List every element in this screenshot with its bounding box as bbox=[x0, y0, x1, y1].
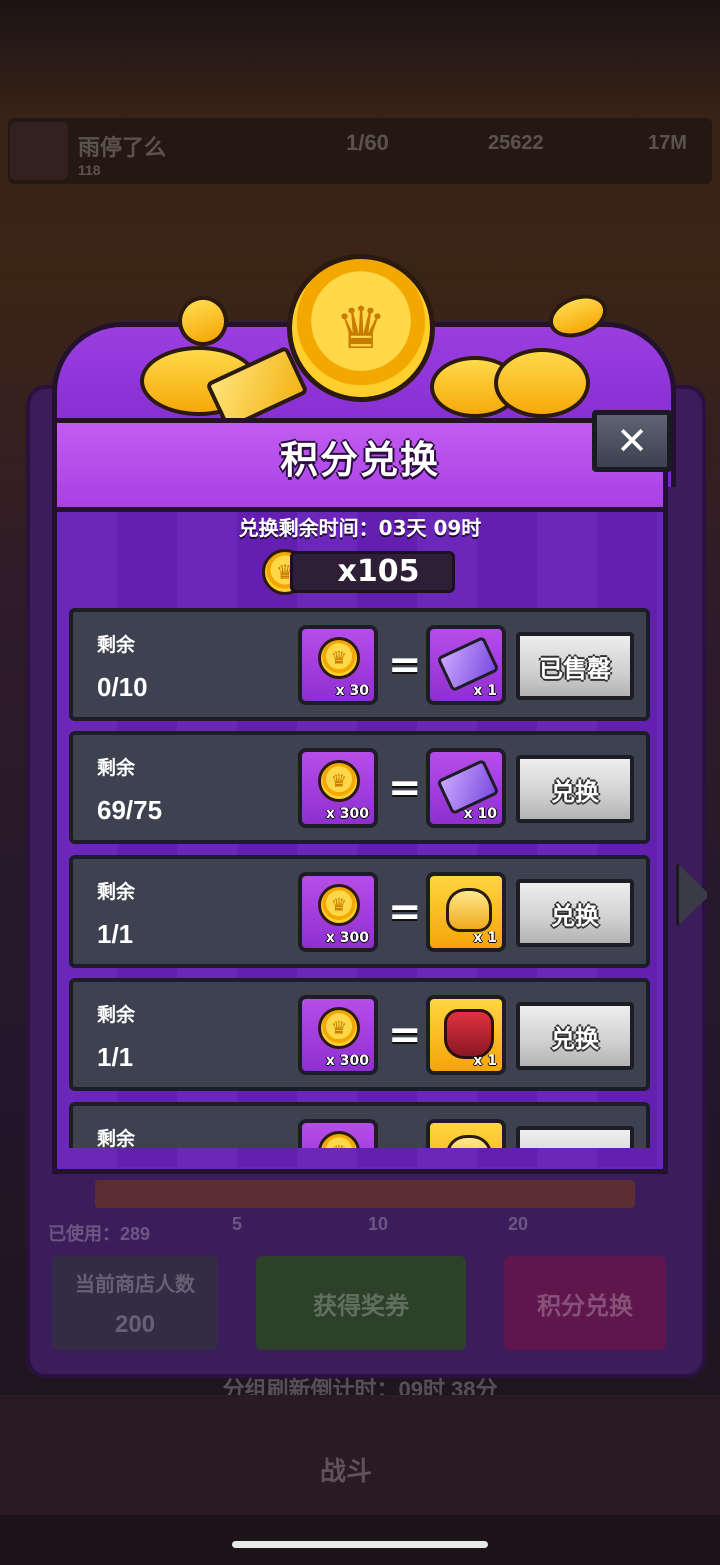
crown-medal-icon: ♛ bbox=[318, 884, 360, 926]
reward-slot[interactable]: x 10 bbox=[426, 748, 506, 828]
equals-icon: = bbox=[388, 765, 422, 811]
crown-medal-icon: ♛ bbox=[318, 1007, 360, 1049]
stamina-value: 1/60 bbox=[346, 130, 389, 155]
remaining-count: 1/1 bbox=[97, 919, 134, 949]
remaining-label: 剩余 bbox=[97, 634, 136, 656]
player-name: 雨停了么 bbox=[78, 135, 167, 160]
player-status-bar: 雨停了么 118 1/60 25622 17M bbox=[8, 118, 712, 184]
equals-icon: = bbox=[388, 1012, 422, 1058]
avatar bbox=[10, 122, 68, 180]
cost-slot: ♛ x 300 bbox=[298, 995, 378, 1075]
cost-slot: ♛ bbox=[298, 1119, 378, 1148]
cost-qty: x 30 bbox=[335, 683, 369, 699]
points-exchange-tab-button[interactable]: 积分兑换 bbox=[504, 1256, 666, 1350]
points-exchange-tab-label: 积分兑换 bbox=[537, 1292, 633, 1320]
cost-slot: ♛ x 30 bbox=[298, 625, 378, 705]
reward-qty: x 1 bbox=[473, 1053, 497, 1069]
get-ticket-button[interactable]: 获得奖券 bbox=[256, 1256, 466, 1350]
cost-slot: ♛ x 300 bbox=[298, 748, 378, 828]
get-ticket-label: 获得奖券 bbox=[313, 1292, 409, 1320]
home-indicator bbox=[232, 1541, 488, 1548]
milestone-3: 20 bbox=[508, 1214, 529, 1234]
equals-icon: = bbox=[388, 889, 422, 935]
gem-count: 25622 bbox=[488, 132, 544, 154]
cost-qty: x 300 bbox=[325, 930, 369, 946]
milestone-2: 10 bbox=[368, 1214, 389, 1234]
reward-qty: x 10 bbox=[463, 806, 497, 822]
player-level: 118 bbox=[78, 162, 101, 178]
milestone-1: 5 bbox=[232, 1214, 243, 1234]
reward-slot[interactable]: x 1 bbox=[426, 625, 506, 705]
close-icon: ✕ bbox=[616, 419, 648, 463]
coin-pile-right-icon bbox=[494, 348, 590, 418]
remaining-label: 剩余 bbox=[97, 1128, 136, 1148]
gold-count: 17M bbox=[648, 132, 687, 154]
remaining-label: 剩余 bbox=[97, 1004, 136, 1026]
shop-people-label: 当前商店人数 bbox=[75, 1273, 195, 1296]
reward-slot[interactable]: x 1 bbox=[426, 995, 506, 1075]
crown-medal-icon: ♛ bbox=[318, 1131, 360, 1148]
sold-out-button[interactable]: 已售罄 bbox=[516, 632, 634, 700]
shop-people-panel: 当前商店人数 200 bbox=[52, 1256, 218, 1350]
exchange-button[interactable]: 兑换 bbox=[516, 879, 634, 947]
exchange-list[interactable]: 剩余 0/10 ♛ x 30 = x 1 已售罄 剩余 69/75 ♛ x 30… bbox=[57, 512, 663, 1148]
crown-medal-icon: ♛ bbox=[287, 254, 435, 402]
gold-item-icon bbox=[446, 1135, 492, 1148]
remaining-count: 0/10 bbox=[97, 672, 148, 702]
equals-icon: = bbox=[388, 642, 422, 688]
reward-slot[interactable]: x 1 bbox=[426, 872, 506, 952]
remaining-label: 剩余 bbox=[97, 881, 136, 903]
crown-medal-icon: ♛ bbox=[318, 637, 360, 679]
exchange-button[interactable]: 兑换 bbox=[516, 1002, 634, 1070]
dialog-title: 积分兑换 bbox=[279, 438, 440, 482]
exchange-button[interactable]: 兑换 bbox=[516, 755, 634, 823]
cost-qty: x 300 bbox=[325, 1053, 369, 1069]
battle-tab[interactable]: 战斗 bbox=[320, 1451, 372, 1488]
reward-qty: x 1 bbox=[473, 683, 497, 699]
close-button[interactable]: ✕ bbox=[592, 410, 672, 472]
exchange-row: 剩余 0/10 ♛ x 30 = x 1 已售罄 bbox=[69, 608, 650, 721]
reward-qty: x 1 bbox=[473, 930, 497, 946]
exchange-row: 剩余 1/1 ♛ x 300 = x 1 兑换 bbox=[69, 855, 650, 968]
used-count: 已使用：289 bbox=[48, 1224, 151, 1244]
bottom-nav: 战斗 bbox=[0, 1395, 720, 1515]
remaining-label: 剩余 bbox=[97, 757, 136, 779]
cost-slot: ♛ x 300 bbox=[298, 872, 378, 952]
shop-people-value: 200 bbox=[114, 1310, 156, 1338]
exchange-row: 剩余 ♛ 兑换 bbox=[69, 1102, 650, 1148]
progress-track bbox=[95, 1180, 635, 1208]
cost-qty: x 300 bbox=[325, 806, 369, 822]
exchange-button[interactable]: 兑换 bbox=[516, 1126, 634, 1148]
reward-slot[interactable] bbox=[426, 1119, 506, 1148]
remaining-count: 1/1 bbox=[97, 1042, 134, 1072]
winged-helmet-icon bbox=[446, 888, 492, 932]
armor-icon bbox=[444, 1009, 494, 1059]
remaining-count: 69/75 bbox=[97, 795, 163, 825]
crown-medal-icon: ♛ bbox=[318, 760, 360, 802]
exchange-row: 剩余 1/1 ♛ x 300 = x 1 兑换 bbox=[69, 978, 650, 1091]
exchange-row: 剩余 69/75 ♛ x 300 = x 10 兑换 bbox=[69, 731, 650, 844]
